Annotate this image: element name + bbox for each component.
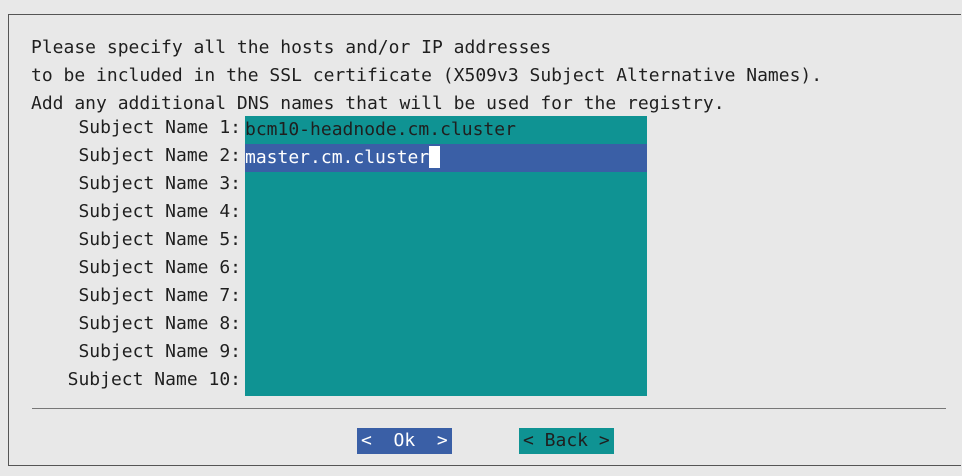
subject-field-2-value: master.cm.cluster <box>245 147 430 168</box>
button-divider <box>32 408 946 409</box>
subject-field-7[interactable] <box>245 284 647 312</box>
text-cursor <box>429 145 441 168</box>
subject-label-4: Subject Name 4: <box>67 201 241 222</box>
subject-field-6[interactable] <box>245 256 647 284</box>
prompt-line-2: to be included in the SSL certificate (X… <box>31 65 823 86</box>
subject-field-5[interactable] <box>245 228 647 256</box>
ok-button[interactable]: < Ok > <box>357 428 452 454</box>
back-button[interactable]: < Back > <box>519 428 614 454</box>
subject-field-9[interactable] <box>245 340 647 368</box>
subject-labels: Subject Name 1: Subject Name 2: Subject … <box>31 114 241 394</box>
subject-field-4[interactable] <box>245 200 647 228</box>
subject-field-2[interactable]: master.cm.cluster <box>245 144 647 172</box>
prompt-line-1: Please specify all the hosts and/or IP a… <box>31 37 552 58</box>
subject-field-10[interactable] <box>245 368 647 396</box>
subject-label-9: Subject Name 9: <box>67 341 241 362</box>
subject-label-3: Subject Name 3: <box>67 173 241 194</box>
subject-field-3[interactable] <box>245 172 647 200</box>
subject-field-8[interactable] <box>245 312 647 340</box>
subject-label-1: Subject Name 1: <box>67 117 241 138</box>
subject-field-1[interactable]: bcm10-headnode.cm.cluster <box>245 116 647 144</box>
subject-field-1-value: bcm10-headnode.cm.cluster <box>245 119 516 140</box>
subject-label-7: Subject Name 7: <box>67 285 241 306</box>
subject-label-8: Subject Name 8: <box>67 313 241 334</box>
subject-fields: bcm10-headnode.cm.cluster master.cm.clus… <box>245 116 647 396</box>
subject-label-2: Subject Name 2: <box>67 145 241 166</box>
subject-label-5: Subject Name 5: <box>67 229 241 250</box>
subject-label-10: Subject Name 10: <box>67 369 241 390</box>
subject-label-6: Subject Name 6: <box>67 257 241 278</box>
